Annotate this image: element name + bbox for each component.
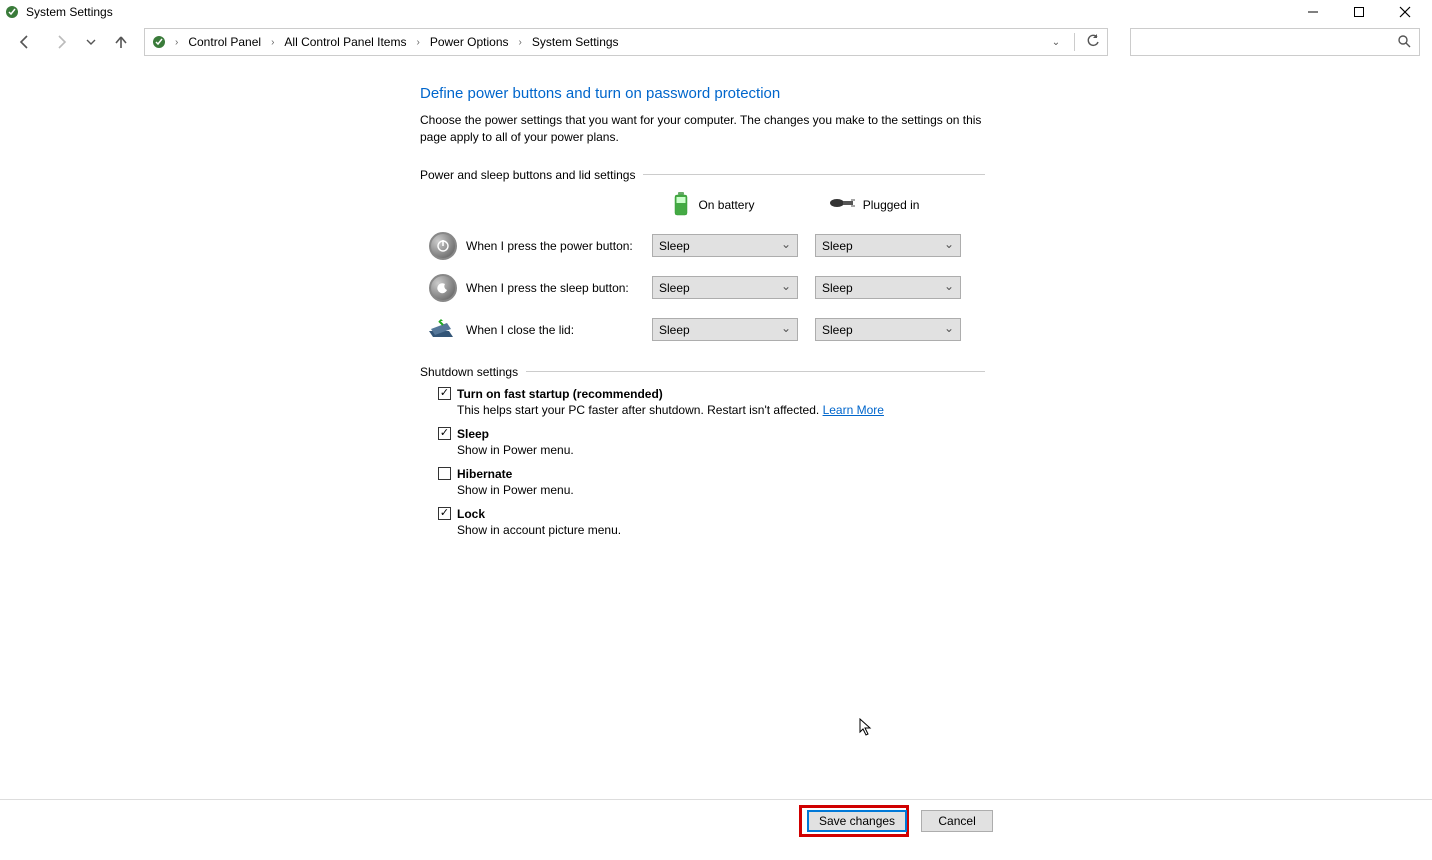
breadcrumb-item[interactable]: Control Panel — [184, 35, 265, 49]
maximize-button[interactable] — [1336, 0, 1382, 24]
recent-locations-button[interactable] — [84, 29, 98, 55]
address-bar[interactable]: › Control Panel › All Control Panel Item… — [144, 28, 1108, 56]
main-content: Define power buttons and turn on passwor… — [420, 85, 985, 547]
column-label: On battery — [698, 198, 754, 212]
hibernate-checkbox[interactable] — [438, 467, 451, 480]
chevron-right-icon: › — [517, 37, 524, 48]
search-box[interactable] — [1130, 28, 1420, 56]
group-label-text: Power and sleep buttons and lid settings — [420, 168, 635, 182]
close-button[interactable] — [1382, 0, 1428, 24]
save-changes-button[interactable]: Save changes — [807, 810, 907, 832]
power-sleep-group: Power and sleep buttons and lid settings… — [420, 168, 985, 351]
close-lid-battery-dropdown[interactable]: Sleep — [652, 318, 798, 341]
chevron-right-icon: › — [414, 37, 421, 48]
sleep-row: ✓ Sleep Show in Power menu. — [438, 427, 985, 457]
lock-checkbox[interactable]: ✓ — [438, 507, 451, 520]
address-dropdown-icon[interactable]: ⌄ — [1046, 37, 1066, 48]
plugged-in-header: Plugged in — [829, 192, 985, 219]
lock-row: ✓ Lock Show in account picture menu. — [438, 507, 985, 537]
power-button-row: When I press the power button: Sleep Sle… — [420, 225, 985, 267]
checkbox-label: Turn on fast startup (recommended) — [457, 387, 663, 401]
sleep-button-row: When I press the sleep button: Sleep Sle… — [420, 267, 985, 309]
lid-icon — [420, 319, 466, 341]
fast-startup-row: ✓ Turn on fast startup (recommended) Thi… — [438, 387, 985, 417]
battery-icon — [672, 192, 690, 219]
column-label: Plugged in — [863, 198, 920, 212]
group-label-text: Shutdown settings — [420, 365, 518, 379]
close-lid-row: When I close the lid: Sleep Sleep — [420, 309, 985, 351]
window-controls — [1290, 0, 1428, 24]
checkbox-label: Sleep — [457, 427, 489, 441]
button-label: Cancel — [938, 814, 975, 828]
setting-label: When I close the lid: — [466, 323, 652, 337]
fast-startup-checkbox[interactable]: ✓ — [438, 387, 451, 400]
dropdown-value: Sleep — [659, 323, 690, 337]
setting-label: When I press the power button: — [466, 239, 652, 253]
checkbox-description: Show in Power menu. — [457, 443, 985, 457]
hibernate-row: Hibernate Show in Power menu. — [438, 467, 985, 497]
setting-label: When I press the sleep button: — [466, 281, 652, 295]
page-description: Choose the power settings that you want … — [420, 112, 985, 146]
footer-bar: Save changes Cancel — [0, 799, 1432, 859]
chevron-right-icon: › — [269, 37, 276, 48]
cancel-button[interactable]: Cancel — [921, 810, 993, 832]
power-button-battery-dropdown[interactable]: Sleep — [652, 234, 798, 257]
dropdown-value: Sleep — [822, 323, 853, 337]
shutdown-settings-group: Shutdown settings ✓ Turn on fast startup… — [420, 365, 985, 537]
sleep-button-plugged-dropdown[interactable]: Sleep — [815, 276, 961, 299]
dropdown-value: Sleep — [822, 281, 853, 295]
mouse-cursor-icon — [859, 718, 873, 736]
plug-icon — [829, 195, 855, 216]
breadcrumb-item[interactable]: System Settings — [528, 35, 623, 49]
sleep-button-icon — [420, 274, 466, 302]
up-button[interactable] — [108, 29, 134, 55]
breadcrumb-item[interactable]: Power Options — [426, 35, 513, 49]
dropdown-value: Sleep — [659, 239, 690, 253]
column-headers: On battery Plugged in — [420, 192, 985, 219]
title-bar: System Settings — [0, 0, 1432, 24]
search-icon — [1397, 34, 1411, 51]
window-title: System Settings — [26, 5, 113, 19]
minimize-button[interactable] — [1290, 0, 1336, 24]
sleep-checkbox[interactable]: ✓ — [438, 427, 451, 440]
breadcrumb-item[interactable]: All Control Panel Items — [280, 35, 410, 49]
power-button-plugged-dropdown[interactable]: Sleep — [815, 234, 961, 257]
dropdown-value: Sleep — [659, 281, 690, 295]
forward-button[interactable] — [48, 29, 74, 55]
checkbox-description: This helps start your PC faster after sh… — [457, 403, 985, 417]
checkbox-label: Lock — [457, 507, 485, 521]
back-button[interactable] — [12, 29, 38, 55]
close-lid-plugged-dropdown[interactable]: Sleep — [815, 318, 961, 341]
location-icon — [149, 34, 169, 50]
on-battery-header: On battery — [672, 192, 828, 219]
sleep-button-battery-dropdown[interactable]: Sleep — [652, 276, 798, 299]
checkbox-description: Show in Power menu. — [457, 483, 985, 497]
button-label: Save changes — [819, 814, 895, 828]
app-icon — [4, 4, 20, 20]
refresh-button[interactable] — [1083, 34, 1103, 51]
checkbox-description: Show in account picture menu. — [457, 523, 985, 537]
group-label: Shutdown settings — [420, 365, 985, 379]
learn-more-link[interactable]: Learn More — [823, 403, 884, 417]
group-label: Power and sleep buttons and lid settings — [420, 168, 985, 182]
checkbox-label: Hibernate — [457, 467, 512, 481]
page-heading: Define power buttons and turn on passwor… — [420, 85, 985, 102]
power-button-icon — [420, 232, 466, 260]
nav-bar: › Control Panel › All Control Panel Item… — [0, 24, 1432, 60]
chevron-right-icon: › — [173, 37, 180, 48]
dropdown-value: Sleep — [822, 239, 853, 253]
search-input[interactable] — [1139, 34, 1397, 50]
